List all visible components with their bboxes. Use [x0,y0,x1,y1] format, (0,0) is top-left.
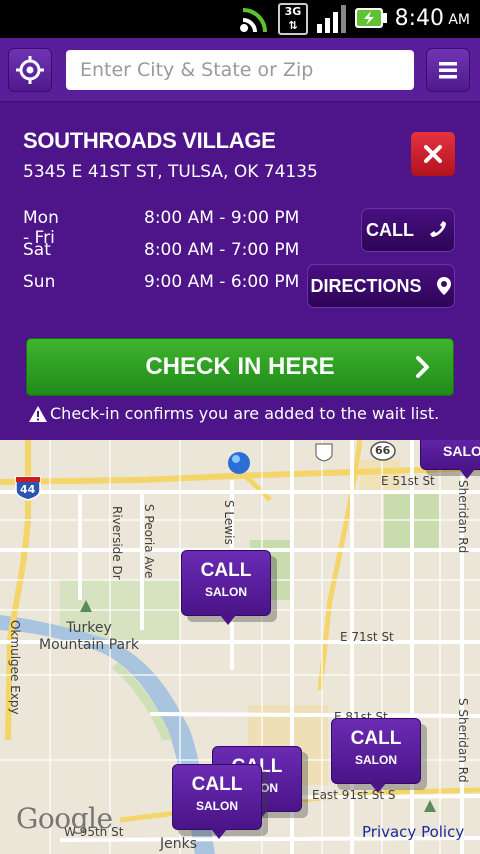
check-in-button[interactable]: CHECK IN HERE [26,338,454,396]
menu-button[interactable] [426,48,470,92]
locate-button[interactable] [8,48,52,92]
3g-data-icon: 3G ⇅ [278,3,308,35]
directions-button-label: DIRECTIONS [310,275,422,296]
street-label: S Lewis [222,500,236,545]
street-label: E 51st St [381,474,435,488]
close-button[interactable] [411,132,455,176]
hamburger-menu-icon [439,62,457,79]
hours-time: 9:00 AM - 6:00 PM [144,272,300,292]
store-address: 5345 E 41ST ST, TULSA, OK 74135 [23,162,318,182]
call-button-label: CALL [366,219,414,240]
location-pin-icon [436,277,451,295]
place-label: Jenks [160,836,198,852]
call-button[interactable]: CALL [361,208,455,252]
search-input[interactable] [66,50,414,90]
store-details-panel: SOUTHROADS VILLAGE 5345 E 41ST ST, TULSA… [0,102,480,440]
street-label: Riverside Dr [110,506,124,580]
marker-call-label: CALL [200,560,252,581]
chevron-right-icon [416,356,429,378]
store-name: SOUTHROADS VILLAGE [23,128,276,153]
street-label: S Sheridan Rd [456,698,470,783]
place-name: Turkey Mountain Park [39,620,139,653]
map-view[interactable]: 44 66 E 51st St E 71st St E 81st St East… [0,440,480,854]
street-label: E 71st St [340,630,394,644]
status-bar: 3G ⇅ 8:40 AM [0,0,480,38]
street-label: S Peoria Ave [142,504,156,579]
marker-call-label: CALL [350,728,402,749]
marker-salon-label: SALON [205,585,247,599]
hours-day: Sun [23,272,56,292]
salon-marker[interactable]: CALL SALON [181,550,271,625]
locate-crosshair-icon [16,56,44,84]
phone-icon [430,221,446,237]
checkin-notice-text: Check-in confirms you are added to the w… [50,404,440,423]
hours-time: 8:00 AM - 9:00 PM [144,208,300,228]
check-in-label: CHECK IN HERE [145,353,335,380]
close-icon [424,145,442,163]
privacy-policy-link[interactable]: Privacy Policy [362,823,464,841]
interstate-shield: 44 [20,483,36,496]
wifi-signal-icon [240,8,267,33]
marker-call-label: CALL [191,774,243,795]
status-time: 8:40 [394,6,444,31]
hours-day: Sat [23,240,51,260]
marker-label: SALON [443,443,480,459]
search-bar [0,38,480,102]
marker-salon-label: SALON [355,753,397,767]
street-label: Sheridan Rd [456,480,470,554]
salon-marker[interactable]: SALON [420,440,480,479]
street-label: Okmulgee Expy [8,620,22,715]
hours-time: 8:00 AM - 7:00 PM [144,240,300,260]
battery-charging-icon [355,8,387,28]
directions-button[interactable]: DIRECTIONS [307,264,455,308]
status-ampm: AM [448,12,470,28]
cell-signal-icon [317,5,346,33]
place-label: Turkey Mountain Park [34,620,144,654]
google-logo: Google [16,802,113,835]
salon-marker[interactable]: CALL SALON [172,764,262,839]
checkin-notice: Check-in confirms you are added to the w… [28,404,439,423]
warning-icon [29,405,47,422]
salon-marker[interactable]: CALL SALON [331,718,421,793]
route-shield: 66 [375,444,391,457]
marker-salon-label: SALON [196,799,238,813]
